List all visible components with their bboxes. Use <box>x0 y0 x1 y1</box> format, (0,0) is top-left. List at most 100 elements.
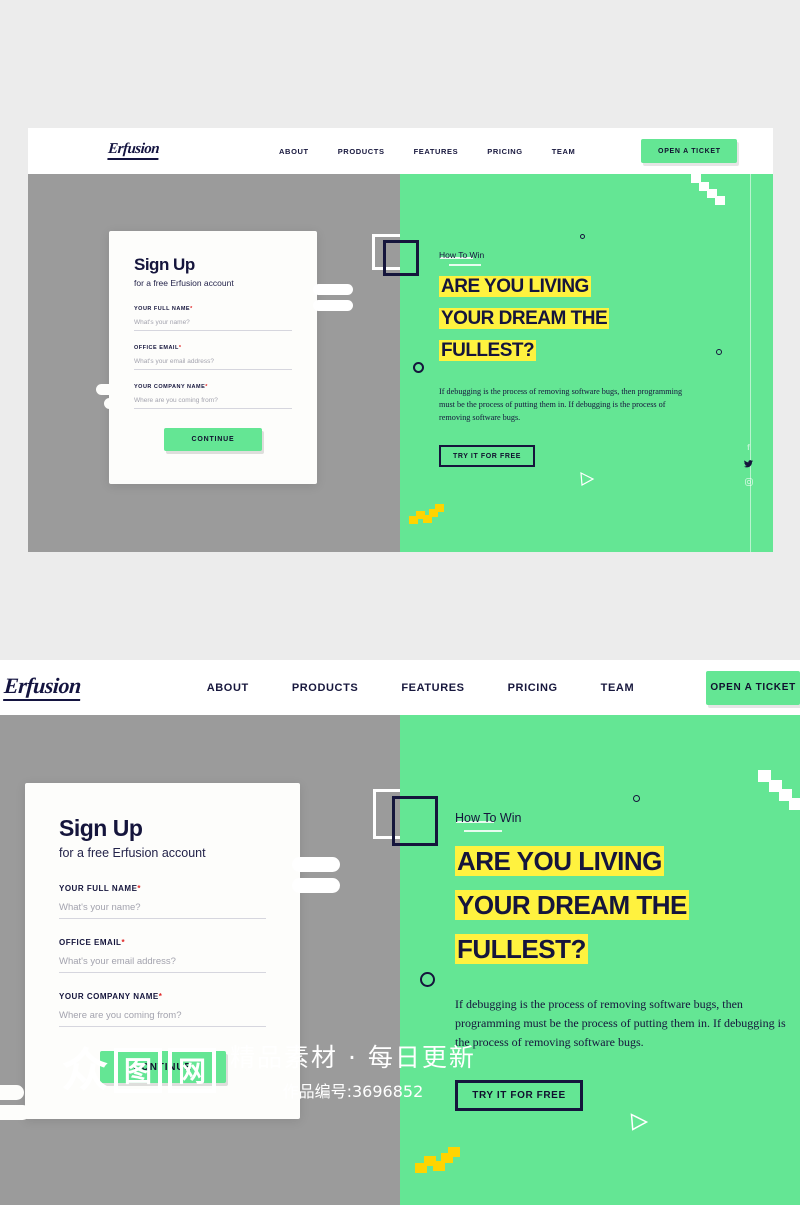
nav-item-features-large[interactable]: FEATURES <box>401 682 464 694</box>
continue-button-large[interactable]: CONTINUE <box>99 1051 226 1083</box>
try-free-button-large[interactable]: TRY IT FOR FREE <box>455 1080 583 1111</box>
hero-left-panel-large: Sign Up for a free Erfusion account YOUR… <box>0 715 417 1205</box>
label-text: OFFICE EMAIL <box>134 345 179 351</box>
facebook-icon[interactable]: f <box>747 444 750 452</box>
nav-item-pricing-large[interactable]: PRICING <box>508 682 558 694</box>
input-company-name[interactable]: Where are you coming from? <box>134 390 292 409</box>
nav-links: ABOUT PRODUCTS FEATURES PRICING TEAM <box>279 147 575 156</box>
hero-paragraph: If debugging is the process of removing … <box>439 387 683 422</box>
decor-pill-left-bottom <box>104 398 130 409</box>
hero-headline: ARE YOU LIVING YOUR DREAM THE FULLEST? <box>439 271 707 367</box>
hero-headline-line-1-large: ARE YOU LIVING <box>455 839 800 883</box>
mockup-preview-large: Erfusion ABOUT PRODUCTS FEATURES PRICING… <box>0 660 800 1205</box>
decor-pill-left-top-large <box>0 1085 24 1100</box>
required-marker: * <box>190 306 193 312</box>
decor-pill-right-bottom-large <box>292 878 340 893</box>
signup-card-inner-large: Sign Up for a free Erfusion account YOUR… <box>25 783 300 1083</box>
required-marker: * <box>158 992 163 1001</box>
signup-card-large: Sign Up for a free Erfusion account YOUR… <box>25 783 300 1119</box>
nav-item-products[interactable]: PRODUCTS <box>338 147 385 156</box>
hero-paragraph-large: If debugging is the process of removing … <box>455 997 786 1049</box>
form-field-full-name: YOUR FULL NAME* What's your name? <box>134 306 292 331</box>
nav-item-about-large[interactable]: ABOUT <box>207 682 249 694</box>
hero-headline-line-3: FULLEST? <box>439 335 707 367</box>
navbar: Erfusion ABOUT PRODUCTS FEATURES PRICING… <box>28 128 773 174</box>
label-text: YOUR COMPANY NAME <box>134 384 206 390</box>
decor-pill-left-bottom-large <box>0 1105 30 1120</box>
input-office-email-large[interactable]: What's your email address? <box>59 947 266 973</box>
instagram-icon[interactable] <box>744 478 753 488</box>
headline-text: ARE YOU LIVING <box>455 846 664 876</box>
hero-headline-large: ARE YOU LIVING YOUR DREAM THE FULLEST? <box>455 839 800 971</box>
hero-left-panel: Sign Up for a free Erfusion account YOUR… <box>28 174 408 552</box>
nav-item-pricing[interactable]: PRICING <box>487 147 522 156</box>
decor-zigzag-yellow <box>409 504 444 526</box>
field-label-full-name-large: YOUR FULL NAME* <box>59 884 266 893</box>
decor-square-dark-large <box>392 796 438 846</box>
decor-zigzag-yellow-large <box>415 1147 460 1175</box>
social-links: f <box>744 444 753 488</box>
decor-staircase-white-large <box>758 770 800 812</box>
headline-text: YOUR DREAM THE <box>439 308 610 329</box>
signup-title: Sign Up <box>134 255 195 274</box>
required-marker: * <box>178 345 182 351</box>
label-text: YOUR FULL NAME <box>134 306 191 312</box>
decor-ring-small-right <box>716 349 722 355</box>
decor-pill-right-bottom <box>313 300 353 311</box>
decor-staircase-white <box>691 174 725 206</box>
headline-text: YOUR DREAM THE <box>455 890 689 920</box>
decor-square-dark <box>383 240 419 276</box>
brand-logo-large[interactable]: Erfusion <box>3 673 82 701</box>
try-free-button[interactable]: TRY IT FOR FREE <box>439 445 535 467</box>
nav-item-team[interactable]: TEAM <box>552 147 576 156</box>
signup-title-large: Sign Up <box>59 815 143 841</box>
form-field-office-email-large: OFFICE EMAIL* What's your email address? <box>59 938 266 973</box>
decor-triangle-white <box>579 471 595 492</box>
hero-headline-line-2-large: YOUR DREAM THE <box>455 883 800 927</box>
hero-content-large: How To Win ARE YOU LIVING YOUR DREAM THE… <box>455 811 800 1111</box>
input-full-name[interactable]: What's your name? <box>134 312 292 331</box>
continue-button[interactable]: CONTINUE <box>164 428 262 451</box>
label-text: OFFICE EMAIL <box>59 938 122 947</box>
nav-item-products-large[interactable]: PRODUCTS <box>292 682 359 694</box>
navbar-large: Erfusion ABOUT PRODUCTS FEATURES PRICING… <box>0 660 800 715</box>
hero-right-panel: How To Win ARE YOU LIVING YOUR DREAM THE… <box>383 174 773 552</box>
headline-text: ARE YOU LIVING <box>439 276 591 297</box>
nav-item-features[interactable]: FEATURES <box>414 147 459 156</box>
form-field-office-email: OFFICE EMAIL* What's your email address? <box>134 345 292 370</box>
signup-subtitle: for a free Erfusion account <box>134 278 234 288</box>
hero-kicker-large: How To Win <box>455 811 522 825</box>
headline-text: FULLEST? <box>455 934 588 964</box>
nav-item-about[interactable]: ABOUT <box>279 147 309 156</box>
input-company-name-large[interactable]: Where are you coming from? <box>59 1001 266 1027</box>
decor-pill-right-top-large <box>292 857 340 872</box>
open-ticket-button[interactable]: OPEN A TICKET <box>641 139 738 163</box>
decor-ring-left-large <box>420 972 435 987</box>
nav-links-large: ABOUT PRODUCTS FEATURES PRICING TEAM <box>207 682 635 694</box>
input-full-name-large[interactable]: What's your name? <box>59 893 266 919</box>
decor-ring-left <box>413 362 424 373</box>
brand-logo[interactable]: Erfusion <box>107 141 160 160</box>
decor-ring-small-top <box>580 234 585 239</box>
field-label-office-email-large: OFFICE EMAIL* <box>59 938 266 947</box>
twitter-icon[interactable] <box>744 460 753 470</box>
twitter-bird-icon <box>744 460 753 468</box>
hero-kicker: How To Win <box>439 250 485 260</box>
hero-content: How To Win ARE YOU LIVING YOUR DREAM THE… <box>439 250 707 467</box>
nav-item-team-large[interactable]: TEAM <box>601 682 635 694</box>
headline-text: FULLEST? <box>439 340 537 361</box>
field-label-company-name-large: YOUR COMPANY NAME* <box>59 992 266 1001</box>
hero-section-large: Sign Up for a free Erfusion account YOUR… <box>0 715 800 1205</box>
required-marker: * <box>205 384 208 390</box>
instagram-glyph-icon <box>744 478 753 486</box>
signup-card-inner: Sign Up for a free Erfusion account YOUR… <box>109 231 317 451</box>
label-text: YOUR FULL NAME <box>59 884 138 893</box>
decor-pill-right-top <box>313 284 353 295</box>
hero-section: Sign Up for a free Erfusion account YOUR… <box>28 174 773 552</box>
signup-subtitle-large: for a free Erfusion account <box>59 846 206 860</box>
input-office-email[interactable]: What's your email address? <box>134 351 292 370</box>
mockup-preview-small: Erfusion ABOUT PRODUCTS FEATURES PRICING… <box>28 128 773 552</box>
open-ticket-button-large[interactable]: OPEN A TICKET <box>706 670 800 705</box>
form-field-full-name-large: YOUR FULL NAME* What's your name? <box>59 884 266 919</box>
hero-headline-line-1: ARE YOU LIVING <box>439 271 707 303</box>
